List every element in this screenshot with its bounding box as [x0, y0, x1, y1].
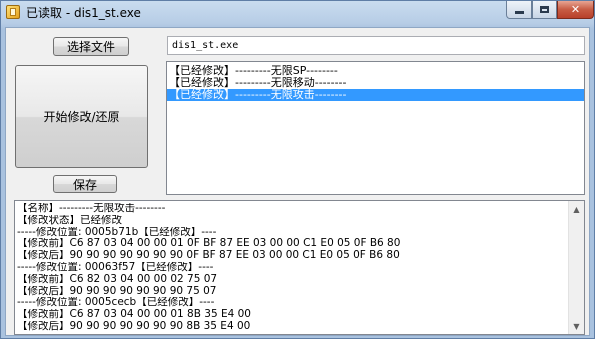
- patch-list-item[interactable]: 【已经修改】---------无限SP--------: [167, 65, 584, 77]
- minimize-button[interactable]: [506, 1, 532, 19]
- log-line: 【修改后】90 90 90 90 90 90 90 75 07: [17, 285, 217, 297]
- save-button[interactable]: 保存: [53, 175, 117, 193]
- main-window: 已读取 - dis1_st.exe ✕ 选择文件 开始修改/还原 保存 dis1…: [0, 0, 595, 339]
- log-line: 【修改前】C6 87 03 04 00 00 01 8B 35 E4 00: [17, 309, 251, 321]
- scroll-down-arrow-icon[interactable]: ▼: [569, 318, 584, 334]
- file-path-field[interactable]: dis1_st.exe: [167, 36, 585, 55]
- patch-list-item[interactable]: 【已经修改】---------无限移动--------: [167, 77, 584, 89]
- log-line: -----修改位置: 0005cecb【已经修改】----: [17, 297, 215, 309]
- window-title: 已读取 - dis1_st.exe: [26, 6, 141, 20]
- log-lines: 【名称】---------无限攻击-------- 【修改状态】已经修改 ---…: [17, 203, 569, 333]
- patch-list[interactable]: 【已经修改】---------无限SP-------- 【已经修改】------…: [166, 61, 585, 195]
- minimize-icon: [514, 11, 524, 14]
- close-button[interactable]: ✕: [557, 1, 594, 19]
- log-line: 【名称】---------无限攻击--------: [17, 203, 166, 214]
- log-line: -----修改位置: 00063f57【已经修改】----: [17, 261, 214, 273]
- log-line: 【修改后】90 90 90 90 90 90 90 8B 35 E4 00: [17, 320, 251, 332]
- select-file-button[interactable]: 选择文件: [53, 37, 129, 56]
- log-vertical-scrollbar[interactable]: ▲ ▼: [568, 201, 584, 334]
- app-icon: [6, 5, 20, 19]
- start-modify-restore-button[interactable]: 开始修改/还原: [15, 65, 148, 168]
- log-line: 【修改前】C6 82 03 04 00 00 02 75 07: [17, 273, 218, 285]
- log-line: 【修改状态】已经修改: [17, 214, 122, 226]
- maximize-icon: [540, 6, 549, 13]
- log-line: -----修改位置: 0005b71b【已经修改】----: [17, 226, 217, 238]
- maximize-button[interactable]: [532, 1, 557, 19]
- title-bar[interactable]: 已读取 - dis1_st.exe ✕: [1, 1, 594, 27]
- scroll-up-arrow-icon[interactable]: ▲: [569, 201, 584, 217]
- client-area: 选择文件 开始修改/还原 保存 dis1_st.exe 【已经修改】------…: [5, 27, 590, 336]
- log-line: 【修改前】C6 87 03 04 00 00 01 0F BF 87 EE 03…: [17, 238, 401, 250]
- patch-list-item-selected[interactable]: 【已经修改】---------无限攻击--------: [167, 89, 584, 101]
- log-line: 【修改后】90 90 90 90 90 90 90 0F BF 87 EE 03…: [17, 250, 400, 262]
- close-icon: ✕: [570, 3, 581, 16]
- log-textarea[interactable]: 【名称】---------无限攻击-------- 【修改状态】已经修改 ---…: [14, 200, 585, 335]
